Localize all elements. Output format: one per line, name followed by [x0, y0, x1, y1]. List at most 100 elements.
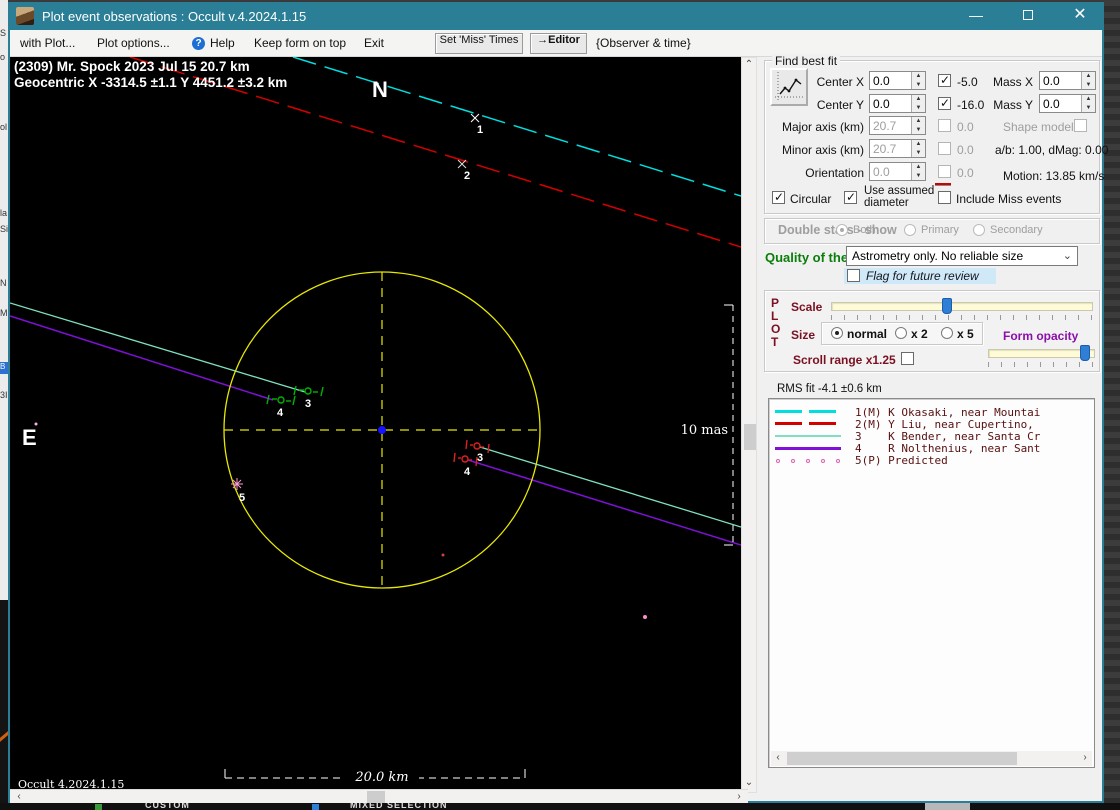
- scale-slider-thumb[interactable]: [942, 298, 952, 314]
- orientation-fit-checkbox[interactable]: [938, 165, 951, 178]
- title-bar[interactable]: Plot event observations : Occult v.4.202…: [8, 2, 1104, 30]
- legend-horizontal-scrollbar[interactable]: ‹ ›: [771, 751, 1092, 766]
- size-x5-label: x 5: [957, 327, 974, 341]
- menu-help[interactable]: Help: [210, 36, 235, 50]
- major-axis-spin-arrows[interactable]: ▲ ▼: [911, 117, 925, 134]
- form-opacity-slider-track[interactable]: [988, 349, 1095, 358]
- mass-x-spinner[interactable]: 0.0 ▲ ▼: [1039, 71, 1096, 90]
- double-stars-secondary-radio[interactable]: [973, 224, 985, 236]
- observations-legend-list[interactable]: 1(M) K Okasaki, near Mountai 2(M) Y Liu,…: [768, 398, 1095, 768]
- size-x2-radio[interactable]: [895, 327, 907, 339]
- center-y-spin-arrows[interactable]: ▲ ▼: [911, 95, 925, 112]
- mass-y-value: 0.0: [1043, 97, 1060, 111]
- vertical-scroll-thumb[interactable]: [744, 424, 756, 450]
- taskbar-text-fragment: MIXED SELECTION: [350, 803, 448, 810]
- use-assumed-line2: diameter: [864, 197, 909, 209]
- observer-time-label: {Observer & time}: [596, 36, 691, 50]
- quality-combobox[interactable]: Astrometry only. No reliable size ⌄: [846, 246, 1078, 266]
- size-normal-label: normal: [847, 327, 888, 341]
- stray-dot-pink: [643, 615, 647, 619]
- red-marker-3-label: 3: [477, 452, 483, 464]
- use-assumed-diameter-checkbox[interactable]: [844, 190, 857, 204]
- offset-x-checkbox[interactable]: [938, 73, 951, 87]
- circular-checkbox[interactable]: [772, 190, 785, 204]
- double-stars-both-radio[interactable]: [836, 224, 848, 236]
- menu-plot-options[interactable]: Plot options...: [97, 36, 170, 50]
- scroll-range-checkbox[interactable]: [901, 352, 914, 365]
- scroll-up-arrow[interactable]: ⌃: [742, 59, 756, 73]
- bg-text-fragment: 3I: [0, 390, 8, 400]
- scale-slider-ticks: [831, 315, 1093, 320]
- major-axis-spinner[interactable]: 20.7 ▲ ▼: [869, 116, 926, 135]
- chord-1-midpoint-x: [470, 113, 480, 123]
- legend-row-4[interactable]: 4 R Nolthenius, near Sant: [769, 442, 1094, 455]
- plot-horizontal-scrollbar[interactable]: ‹ ›: [10, 789, 748, 803]
- fit-plot-button[interactable]: [770, 68, 808, 106]
- close-button[interactable]: ✕: [1060, 2, 1100, 30]
- scroll-left-arrow[interactable]: ‹: [12, 791, 26, 805]
- shape-model-checkbox[interactable]: [1074, 119, 1087, 132]
- legend-swatch-red-dash: [809, 422, 836, 425]
- size-normal-radio[interactable]: [831, 327, 843, 339]
- legend-row-3[interactable]: 3 K Bender, near Santa Cr: [769, 430, 1094, 443]
- center-x-spin-arrows[interactable]: ▲ ▼: [911, 72, 925, 89]
- center-x-spinner[interactable]: 0.0 ▲ ▼: [869, 71, 926, 90]
- minimize-button[interactable]: —: [956, 2, 996, 30]
- green-marker-4-label: 4: [277, 407, 284, 419]
- legend-scroll-thumb[interactable]: [787, 752, 1017, 765]
- include-miss-events-checkbox[interactable]: [938, 191, 951, 204]
- orientation-spin-arrows[interactable]: ▲ ▼: [911, 163, 925, 180]
- mass-y-spinner[interactable]: 0.0 ▲ ▼: [1039, 94, 1096, 113]
- minor-axis-spinner[interactable]: 20.7 ▲ ▼: [869, 139, 926, 158]
- form-opacity-slider-thumb[interactable]: [1080, 345, 1090, 361]
- minor-axis-fit-checkbox[interactable]: [938, 142, 951, 155]
- size-label: Size: [791, 328, 816, 342]
- legend-row-2[interactable]: 2(M) Y Liu, near Cupertino,: [769, 418, 1094, 431]
- help-icon[interactable]: ?: [192, 37, 205, 50]
- legend-row-5[interactable]: 5(P) Predicted: [769, 454, 1094, 467]
- chord-4-line-pre: [9, 315, 274, 401]
- form-opacity-slider-ticks: [988, 362, 1095, 367]
- offset-y-checkbox[interactable]: [938, 96, 951, 110]
- rms-fit-label: RMS fit -4.1 ±0.6 km: [777, 383, 882, 395]
- double-stars-primary-radio[interactable]: [904, 224, 916, 236]
- double-stars-secondary-label: Secondary: [990, 224, 1043, 236]
- scale-slider-track[interactable]: [831, 302, 1093, 311]
- flag-review-label: Flag for future review: [866, 269, 979, 283]
- major-axis-fit-checkbox[interactable]: [938, 119, 951, 132]
- editor-button[interactable]: →Editor: [530, 33, 587, 54]
- menu-exit[interactable]: Exit: [364, 36, 384, 50]
- taskbar-icon-green: [95, 804, 102, 810]
- horizontal-scroll-thumb[interactable]: [367, 791, 385, 803]
- mas-scale-label: 10 mas: [681, 423, 728, 438]
- center-y-spinner[interactable]: 0.0 ▲ ▼: [869, 94, 926, 113]
- mass-y-spin-arrows[interactable]: ▲ ▼: [1081, 95, 1095, 112]
- menu-keep-form-on-top[interactable]: Keep form on top: [254, 36, 346, 50]
- include-miss-events-label: Include Miss events: [956, 192, 1062, 206]
- find-best-fit-label: Find best fit: [772, 54, 841, 68]
- maximize-button[interactable]: [1008, 2, 1048, 30]
- flag-review-checkbox[interactable]: [847, 269, 860, 282]
- orientation-spinner[interactable]: 0.0 ▲ ▼: [869, 162, 926, 181]
- scroll-right-arrow[interactable]: ›: [732, 791, 746, 805]
- legend-scroll-left-arrow[interactable]: ‹: [771, 752, 785, 763]
- legend-scroll-right-arrow[interactable]: ›: [1078, 752, 1092, 763]
- size-x5-radio[interactable]: [941, 327, 953, 339]
- mass-x-spin-arrows[interactable]: ▲ ▼: [1081, 72, 1095, 89]
- green-marker-3-label: 3: [305, 398, 311, 410]
- mass-x-label: Mass X: [992, 75, 1033, 89]
- use-assumed-line1: Use assumed: [864, 185, 935, 197]
- circular-label: Circular: [790, 192, 832, 206]
- menu-with-plot[interactable]: with Plot...: [20, 36, 75, 50]
- east-label: E: [22, 425, 37, 450]
- plot-vertical-scrollbar[interactable]: ⌃ ⌄: [741, 57, 757, 793]
- mass-x-value: 0.0: [1043, 74, 1060, 88]
- taskbar-patch: [925, 803, 970, 810]
- minor-axis-spin-arrows[interactable]: ▲ ▼: [911, 140, 925, 157]
- legend-row-1[interactable]: 1(M) K Okasaki, near Mountai: [769, 406, 1094, 419]
- predicted-marker-label: 5: [239, 492, 245, 504]
- background-window-left-sliver: S o ol la Si N M B 3I: [0, 0, 8, 810]
- occultation-plot-canvas[interactable]: 1 2 3 4 3 4 5 10 mas 20.0 km (2309) Mr. …: [9, 56, 742, 793]
- set-miss-times-button[interactable]: Set 'Miss' Times: [435, 33, 523, 54]
- major-axis-value: 20.7: [873, 119, 897, 133]
